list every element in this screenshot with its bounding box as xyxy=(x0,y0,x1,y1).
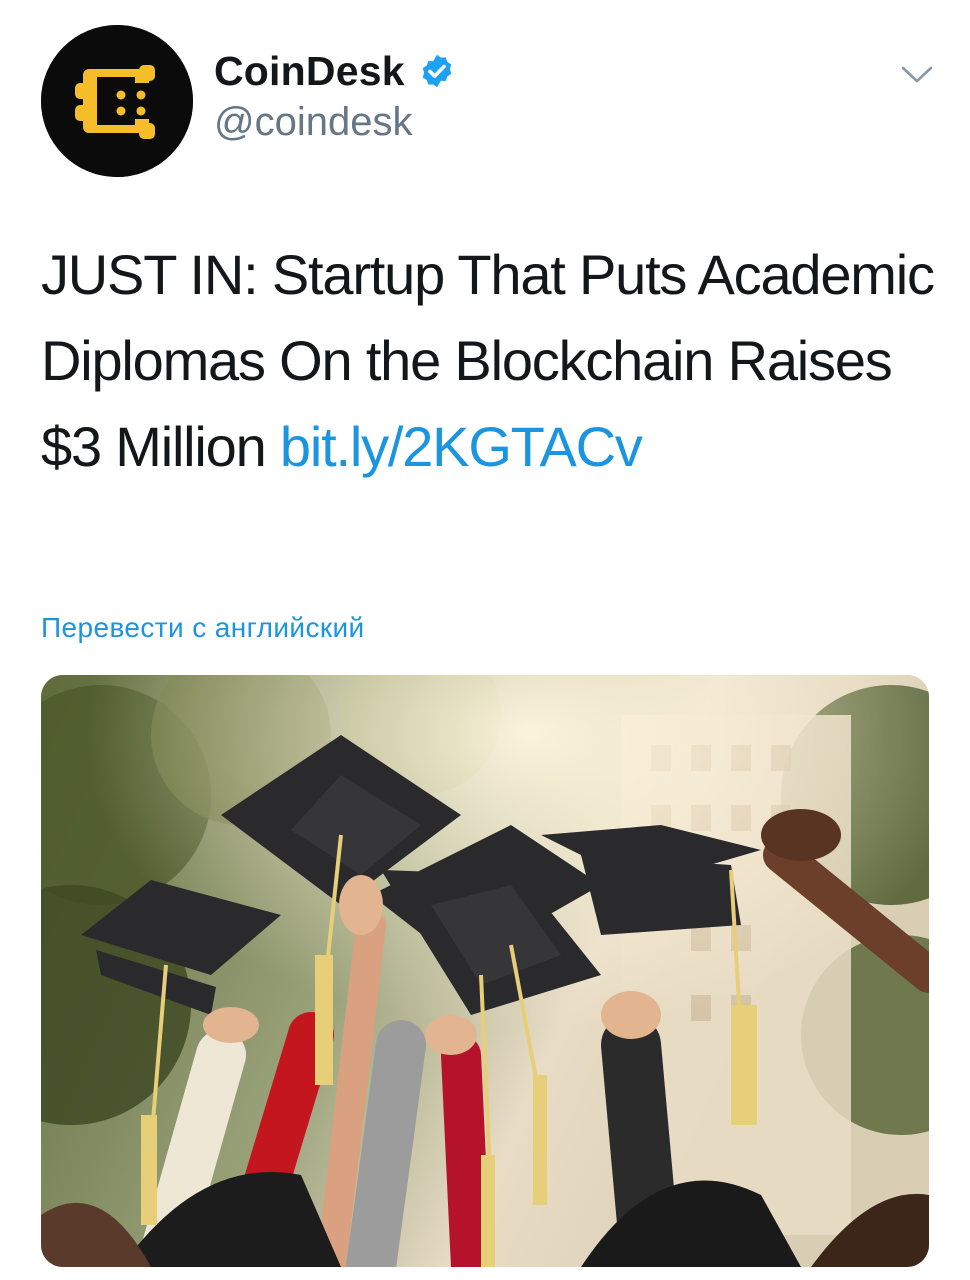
tweet-link[interactable]: bit.ly/2KGTACv xyxy=(280,415,643,478)
profile-avatar[interactable] xyxy=(41,25,193,177)
verified-badge-icon xyxy=(422,54,451,88)
translate-button[interactable]: Перевести с английский xyxy=(41,612,365,644)
coindesk-logo xyxy=(41,25,193,177)
tweet-text: JUST IN: Startup That Puts Academic Dipl… xyxy=(41,232,941,490)
author-name-row[interactable]: CoinDesk xyxy=(214,46,455,96)
graduation-photo xyxy=(41,675,929,1267)
tweet-media-image[interactable] xyxy=(41,675,929,1267)
display-name[interactable]: CoinDesk xyxy=(214,48,405,95)
user-handle[interactable]: @coindesk xyxy=(214,100,412,145)
chevron-down-icon[interactable] xyxy=(900,64,934,86)
